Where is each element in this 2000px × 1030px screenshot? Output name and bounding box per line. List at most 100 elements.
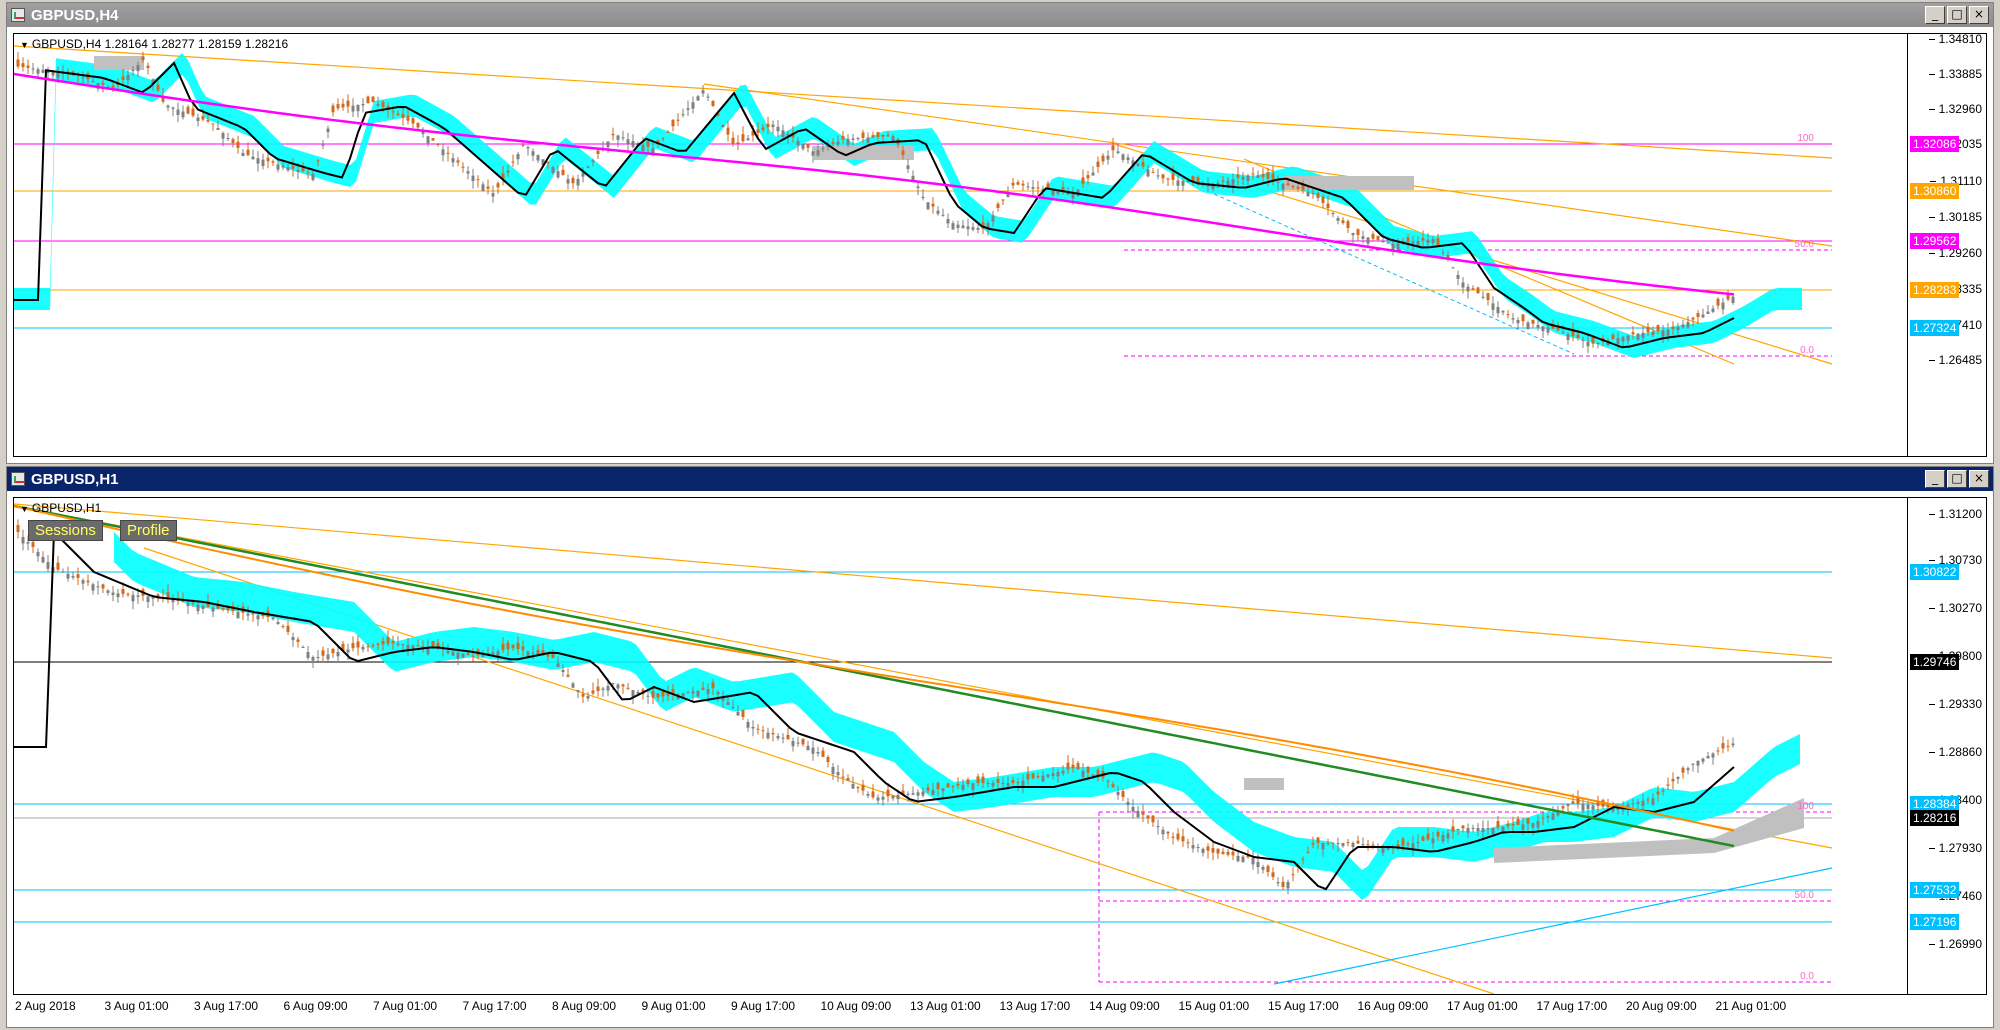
candlestick-body bbox=[296, 170, 300, 172]
candlestick-body bbox=[481, 184, 485, 192]
candlestick-body bbox=[1541, 326, 1545, 332]
candlestick-body bbox=[1101, 155, 1105, 162]
chart-window-h4[interactable]: GBPUSD,H4 _ □ × 100 50.0 0.0 ▼ GBPUSD,H4 1.… bbox=[6, 2, 1994, 464]
chart-area-h1[interactable]: 100 50.0 0.0 ▼ GBPUSD,H1 Sessions Profile 1… bbox=[13, 497, 1987, 995]
candlestick-body bbox=[626, 139, 630, 145]
candlestick-body bbox=[1046, 774, 1050, 777]
chart-window-h1[interactable]: GBPUSD,H1 _ □ × 100 50.0 0.0 ▼ GBPUSD,H1 Se… bbox=[6, 466, 1994, 1028]
candlestick-body bbox=[1131, 807, 1135, 812]
window-titlebar-h1[interactable]: GBPUSD,H1 _ □ × bbox=[7, 467, 1993, 491]
candlestick-body bbox=[131, 70, 135, 71]
candlestick-body bbox=[1011, 779, 1015, 783]
collapse-triangle-icon[interactable]: ▼ bbox=[20, 504, 29, 514]
candlestick-body bbox=[316, 657, 320, 658]
candlestick-body bbox=[711, 100, 715, 107]
price-tick-label: 1.32960 bbox=[1928, 102, 1982, 116]
candlestick-body bbox=[1436, 238, 1440, 245]
candlestick-body bbox=[1361, 844, 1365, 846]
minimize-button[interactable]: _ bbox=[1925, 470, 1945, 488]
candlestick-body bbox=[1091, 172, 1095, 176]
candlestick-body bbox=[1236, 856, 1240, 862]
candlestick-body bbox=[211, 607, 215, 612]
candlestick-body bbox=[851, 138, 855, 140]
candlestick-body bbox=[651, 691, 655, 698]
maximize-button[interactable]: □ bbox=[1947, 470, 1967, 488]
candlestick-body bbox=[991, 783, 995, 787]
price-plot-h4[interactable]: 100 50.0 0.0 bbox=[14, 34, 1910, 456]
price-level-label: 1.30822 bbox=[1910, 564, 1960, 580]
candlestick-body bbox=[1286, 882, 1290, 889]
window-titlebar-h4[interactable]: GBPUSD,H4 _ □ × bbox=[7, 3, 1993, 27]
candlestick-body bbox=[921, 791, 925, 796]
close-button[interactable]: × bbox=[1969, 470, 1989, 488]
price-tick-label: 1.27930 bbox=[1928, 841, 1982, 855]
candlestick-body bbox=[756, 728, 760, 730]
candlestick-body bbox=[736, 712, 740, 716]
candlestick-body bbox=[521, 646, 525, 651]
candlestick-body bbox=[571, 683, 575, 688]
candlestick-body bbox=[401, 114, 405, 118]
candlestick-body bbox=[1241, 176, 1245, 180]
candlestick-body bbox=[1681, 767, 1685, 773]
candlestick-body bbox=[91, 584, 95, 591]
candlestick-body bbox=[591, 160, 595, 162]
candlestick-body bbox=[506, 642, 510, 650]
profile-button[interactable]: Profile bbox=[120, 520, 177, 541]
candlestick-body bbox=[711, 682, 715, 689]
candlestick-body bbox=[1646, 799, 1650, 801]
candlestick-body bbox=[1116, 151, 1120, 154]
candlestick-body bbox=[1526, 818, 1530, 824]
candlestick-body bbox=[401, 644, 405, 646]
candlestick-body bbox=[681, 114, 685, 116]
collapse-triangle-icon[interactable]: ▼ bbox=[20, 40, 29, 50]
price-tick-label: 1.28860 bbox=[1928, 745, 1982, 759]
price-plot-h1[interactable]: 100 50.0 0.0 bbox=[14, 498, 1910, 994]
ichimoku-cloud-bearish bbox=[1244, 778, 1284, 790]
candlestick-body bbox=[336, 104, 340, 109]
candlestick-body bbox=[726, 127, 730, 135]
candlestick-body bbox=[321, 650, 325, 656]
candlestick-body bbox=[321, 144, 325, 146]
candlestick-body bbox=[191, 602, 195, 604]
candlestick-body bbox=[86, 580, 90, 583]
close-button[interactable]: × bbox=[1969, 6, 1989, 24]
candlestick-body bbox=[1431, 838, 1435, 844]
price-tick-label: 1.33885 bbox=[1928, 67, 1982, 81]
moving-average-black bbox=[14, 61, 1735, 349]
chart-area-h4[interactable]: 100 50.0 0.0 ▼ GBPUSD,H4 1.28164 1.28277 1.… bbox=[13, 32, 1987, 457]
candlestick-body bbox=[1721, 302, 1725, 310]
price-axis-h4[interactable]: 1.34810 1.33885 1.32960 1.32035 1.31110 1.301… bbox=[1907, 32, 1986, 456]
candlestick-body bbox=[1016, 182, 1020, 185]
candlestick-body bbox=[1121, 791, 1125, 797]
candlestick-body bbox=[1496, 821, 1500, 828]
candlestick-body bbox=[1461, 825, 1465, 829]
candlestick-body bbox=[1216, 848, 1220, 854]
candlestick-body bbox=[1491, 828, 1495, 835]
candlestick-body bbox=[1441, 835, 1445, 842]
candlestick-body bbox=[1326, 842, 1330, 844]
candlestick-body bbox=[351, 643, 355, 649]
candlestick-body bbox=[826, 756, 830, 762]
candlestick-body bbox=[941, 214, 945, 216]
sessions-button[interactable]: Sessions bbox=[28, 520, 103, 541]
candlestick-body bbox=[616, 684, 620, 689]
minimize-button[interactable]: _ bbox=[1925, 6, 1945, 24]
candlestick-body bbox=[626, 687, 630, 689]
candlestick-body bbox=[211, 123, 215, 125]
maximize-button[interactable]: □ bbox=[1947, 6, 1967, 24]
candlestick-body bbox=[1216, 183, 1220, 184]
candlestick-body bbox=[201, 605, 205, 609]
candlestick-body bbox=[1556, 327, 1560, 331]
candlestick-body bbox=[1491, 303, 1495, 310]
candlestick-body bbox=[306, 652, 310, 658]
candlestick-body bbox=[876, 132, 880, 137]
candlestick-body bbox=[821, 148, 825, 150]
candlestick-body bbox=[1426, 239, 1430, 244]
price-axis-h1[interactable]: 1.31200 1.30730 1.30270 1.29800 1.29330 1.288… bbox=[1907, 498, 1986, 994]
candlestick-body bbox=[741, 710, 745, 717]
candlestick-body bbox=[1071, 193, 1075, 199]
candlestick-body bbox=[496, 651, 500, 656]
candlestick-body bbox=[1321, 196, 1325, 203]
symbol-info-text: GBPUSD,H4 1.28164 1.28277 1.28159 1.2821… bbox=[31, 37, 289, 51]
candlestick-body bbox=[1031, 773, 1035, 779]
